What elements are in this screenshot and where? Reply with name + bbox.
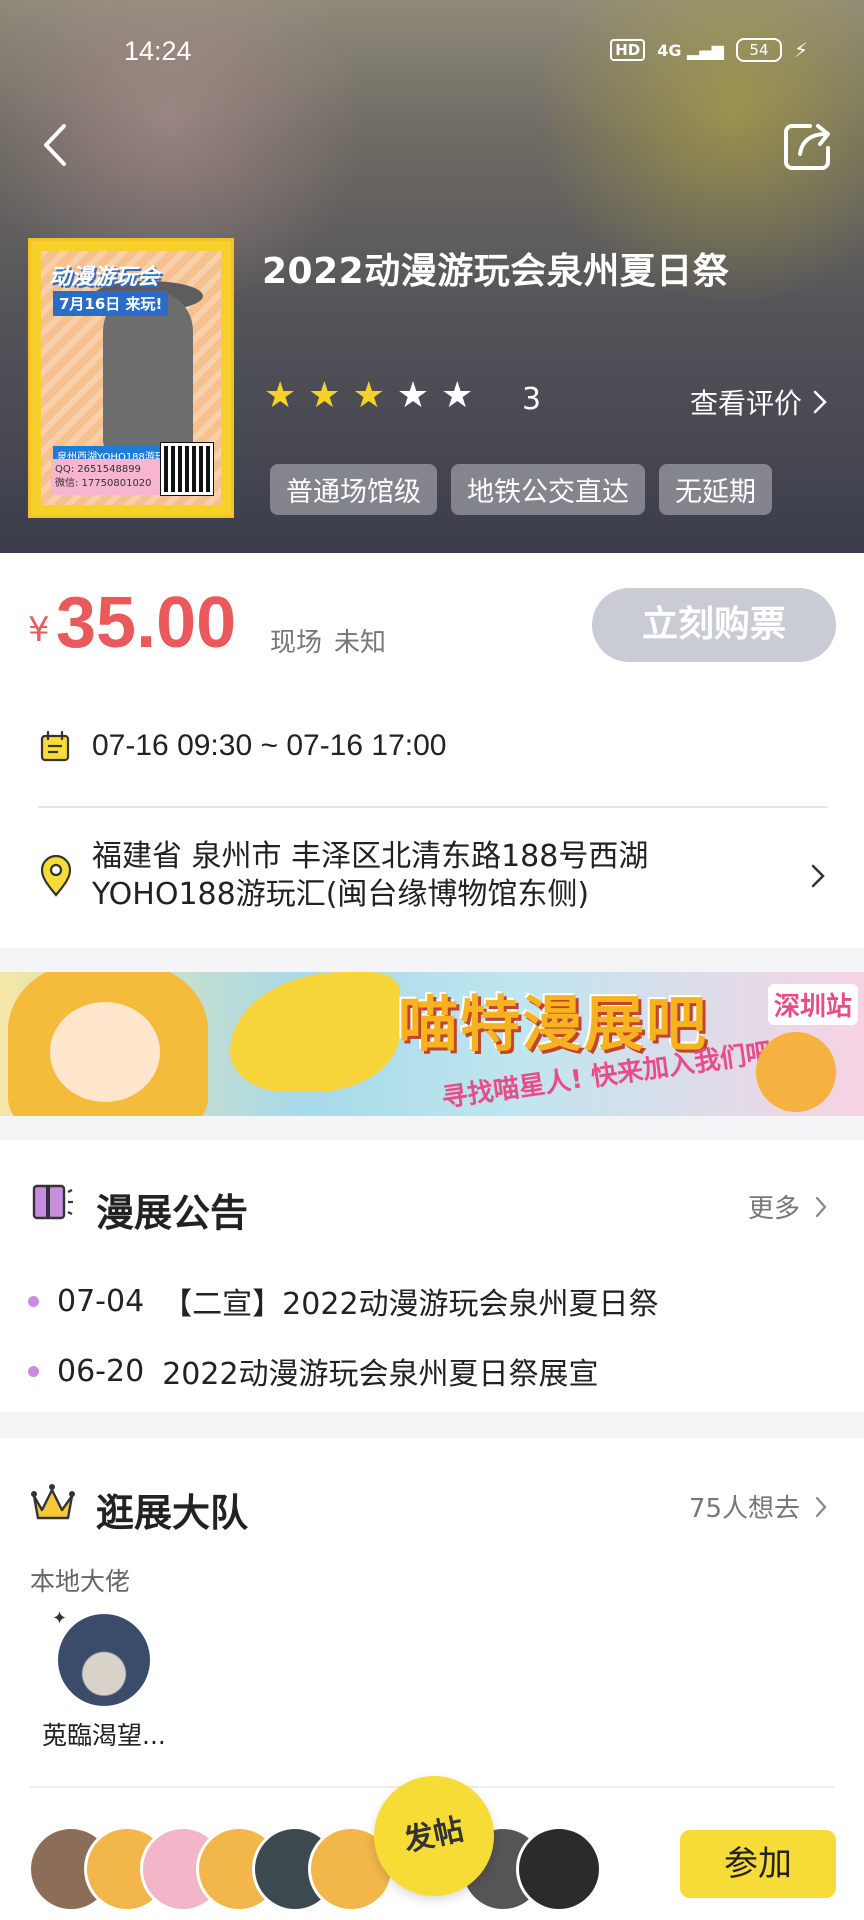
sparkle-icon: ✦ xyxy=(52,1608,68,1629)
event-header: 14:24 HD 4G ▂▄▆ 54 ⚡ 动漫游玩会 7月16日 来玩! 泉州西… xyxy=(0,0,864,553)
back-button[interactable] xyxy=(36,120,76,170)
rating-count: 3 xyxy=(522,382,542,417)
poster-background: 动漫游玩会 7月16日 来玩! 泉州西湖YOHO188游玩汇 QQ: 26515… xyxy=(41,251,221,505)
avatar xyxy=(516,1826,602,1912)
star-filled-icon: ★ xyxy=(264,375,297,416)
signal-icon: 4G ▂▄▆ xyxy=(657,40,724,60)
announcement-item[interactable]: 06-20 2022动漫游玩会泉州夏日祭展宣 xyxy=(28,1336,659,1406)
buy-ticket-button[interactable]: 立刻购票 xyxy=(592,588,836,662)
star-empty-icon: ★ xyxy=(441,375,474,416)
event-address-row[interactable]: 福建省 泉州市 丰泽区北清东路188号西湖YOHO188游玩汇(闽台缘博物馆东侧… xyxy=(38,838,838,914)
more-label: 更多 xyxy=(747,1194,800,1224)
crown-icon xyxy=(31,1484,75,1520)
announcement-date: 06-20 xyxy=(57,1353,145,1389)
avatar[interactable] xyxy=(58,1614,150,1706)
post-button[interactable]: 发帖 xyxy=(374,1776,494,1896)
announcement-text: 【二宣】2022动漫游玩会泉州夏日祭 xyxy=(162,1287,659,1322)
post-label: 发帖 xyxy=(400,1812,467,1859)
price-meta-unknown: 未知 xyxy=(334,628,387,658)
poster-wechat: 微信: 17750801020 xyxy=(55,478,152,489)
poster-qq: QQ: 2651548899 xyxy=(55,464,141,475)
chevron-left-icon xyxy=(44,124,66,166)
price-meta: 现场 未知 xyxy=(270,622,386,659)
price-meta-onsite: 现场 xyxy=(270,628,323,658)
event-title: 2022动漫游玩会泉州夏日祭 xyxy=(262,251,730,292)
calendar-icon xyxy=(40,730,70,762)
poster-title: 动漫游玩会 xyxy=(49,265,160,290)
divider xyxy=(38,806,828,808)
status-time: 14:24 xyxy=(124,36,192,66)
visitor-team-title: 逛展大队 xyxy=(96,1491,249,1535)
status-bar: 14:24 HD 4G ▂▄▆ 54 ⚡ xyxy=(0,36,864,76)
bullet-icon xyxy=(28,1365,39,1377)
charging-icon: ⚡ xyxy=(793,38,808,62)
event-tag: 地铁公交直达 xyxy=(451,464,645,515)
event-tag: 普通场馆级 xyxy=(270,464,437,515)
view-reviews-label: 查看评价 xyxy=(689,387,802,420)
local-experts-label: 本地大佬 xyxy=(30,1567,131,1596)
star-filled-icon: ★ xyxy=(352,375,385,416)
chevron-right-icon xyxy=(811,864,825,888)
ticket-price: 35.00 xyxy=(56,583,237,663)
want-to-go-count: 75人想去 xyxy=(688,1494,800,1524)
poster-contact: QQ: 2651548899 微信: 17750801020 xyxy=(51,459,161,495)
event-poster[interactable]: 动漫游玩会 7月16日 来玩! 泉州西湖YOHO188游玩汇 QQ: 26515… xyxy=(28,238,234,518)
location-pin-icon xyxy=(40,855,72,897)
participant-avatars[interactable] xyxy=(28,1826,648,1912)
rating-stars: ★ ★ ★ ★ ★ xyxy=(264,376,473,416)
banner-cat-illustration xyxy=(756,1032,836,1112)
bullet-icon xyxy=(28,1295,39,1307)
local-user-name: 莵臨渴望... xyxy=(42,1721,166,1750)
event-datetime: 07-16 09:30 ~ 07-16 17:00 xyxy=(92,729,447,762)
view-reviews-link[interactable]: 查看评价 xyxy=(690,382,828,422)
event-datetime-row: 07-16 09:30 ~ 07-16 17:00 xyxy=(38,728,446,764)
banner-umbrella xyxy=(230,972,400,1092)
event-address: 福建省 泉州市 丰泽区北清东路188号西湖YOHO188游玩汇(闽台缘博物馆东侧… xyxy=(92,839,649,912)
want-to-go-link[interactable]: 75人想去 xyxy=(689,1488,828,1525)
chevron-right-icon xyxy=(813,390,827,414)
announcements-more-link[interactable]: 更多 xyxy=(748,1188,828,1225)
event-tag: 无延期 xyxy=(659,464,772,515)
banner-station: 深圳站 xyxy=(767,984,858,1025)
poster-subtitle: 7月16日 来玩! xyxy=(53,291,169,316)
banner-character-face xyxy=(50,1002,160,1102)
qr-code-icon xyxy=(160,442,214,496)
megaphone-icon xyxy=(32,1184,73,1220)
status-icons: HD 4G ▂▄▆ 54 ⚡ xyxy=(610,38,808,62)
star-filled-icon: ★ xyxy=(308,375,341,416)
announcements-title: 漫展公告 xyxy=(96,1191,249,1235)
promo-banner[interactable]: 喵特漫展吧 深圳站 寻找喵星人! 快来加入我们吧! xyxy=(0,972,864,1116)
event-tags: 普通场馆级 地铁公交直达 无延期 xyxy=(270,464,772,515)
currency-symbol: ¥ xyxy=(28,610,50,650)
star-empty-icon: ★ xyxy=(396,375,430,416)
join-button[interactable]: 参加 xyxy=(680,1830,836,1898)
share-button[interactable] xyxy=(780,118,836,174)
hd-icon: HD xyxy=(610,39,646,61)
announcement-date: 07-04 xyxy=(57,1283,145,1319)
battery-icon: 54 xyxy=(735,38,782,62)
network-label: 4G xyxy=(657,40,682,60)
announcement-text: 2022动漫游玩会泉州夏日祭展宣 xyxy=(162,1357,599,1392)
chevron-right-icon xyxy=(815,1496,827,1517)
announcement-list: 07-04 【二宣】2022动漫游玩会泉州夏日祭 06-20 2022动漫游玩会… xyxy=(28,1266,659,1406)
share-icon xyxy=(784,124,830,170)
chevron-right-icon xyxy=(815,1196,827,1217)
announcement-item[interactable]: 07-04 【二宣】2022动漫游玩会泉州夏日祭 xyxy=(28,1266,659,1336)
